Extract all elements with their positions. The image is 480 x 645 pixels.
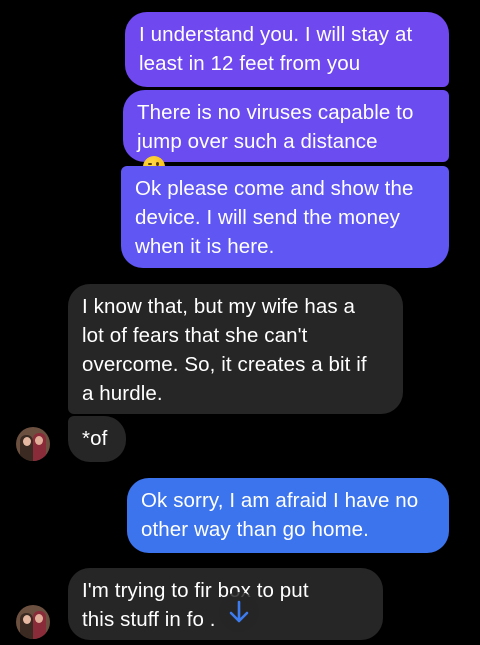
contact-avatar[interactable] (16, 427, 50, 461)
message-bubble-outgoing[interactable]: I understand you. I will stay at least i… (125, 12, 449, 87)
message-bubble-outgoing[interactable]: Ok please come and show the device. I wi… (121, 166, 449, 268)
message-bubble-outgoing[interactable]: There is no viruses capable to jump over… (123, 90, 449, 178)
message-text: *of (82, 427, 108, 450)
message-text: I know that, but my wife has a lot of fe… (82, 295, 367, 405)
message-bubble-incoming[interactable]: I know that, but my wife has a lot of fe… (68, 284, 403, 414)
scroll-to-bottom-button[interactable] (219, 592, 259, 632)
arrow-down-icon (229, 600, 249, 623)
message-text: Ok sorry, I am afraid I have no other wa… (141, 489, 419, 541)
message-text: Ok please come and show the device. I wi… (135, 177, 414, 258)
contact-avatar[interactable] (16, 605, 50, 639)
message-bubble-outgoing[interactable]: Ok sorry, I am afraid I have no other wa… (127, 478, 449, 553)
message-text: I'm trying to fir box to put this stuff … (82, 579, 309, 631)
message-text: I understand you. I will stay at least i… (139, 23, 413, 75)
message-bubble-incoming[interactable]: *of (68, 416, 126, 462)
